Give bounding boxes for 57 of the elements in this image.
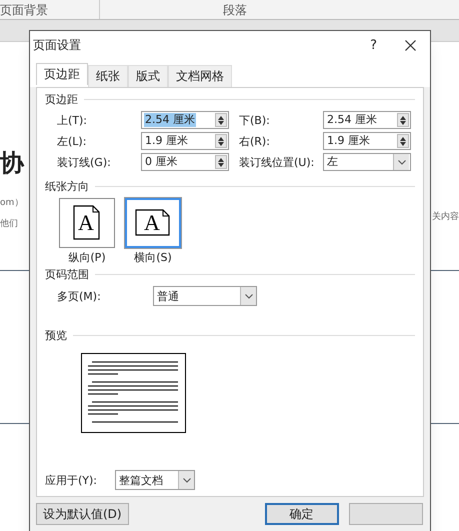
tab[interactable]: 纸张	[88, 65, 128, 87]
dropdown-value: 整篇文档	[119, 472, 163, 488]
ribbon-group-label: 段落	[222, 2, 248, 19]
section-heading: 预览	[45, 328, 67, 343]
field-value: 0 厘米	[144, 155, 178, 169]
caret-icon	[182, 478, 190, 482]
field-label: 多页(M):	[57, 288, 102, 304]
document-text: 他们	[0, 218, 19, 231]
orientation-label: 纵向(P)	[68, 250, 106, 265]
spinner-arrows-icon[interactable]	[215, 113, 227, 127]
field-label: 下(B):	[239, 112, 271, 128]
portrait-page-icon: A	[73, 205, 101, 241]
document-text: om）	[0, 197, 24, 210]
field-label: 左(L):	[57, 134, 88, 148]
field-label: 装订线位置(U):	[239, 154, 316, 170]
caret-icon	[244, 294, 252, 298]
orientation-option[interactable]: A	[59, 198, 115, 248]
tab[interactable]: 版式	[128, 65, 168, 87]
dropdown[interactable]: 左	[323, 153, 411, 171]
spinner-arrows-icon[interactable]	[397, 113, 409, 127]
section-heading: 纸张方向	[45, 179, 89, 194]
section-heading: 页边距	[45, 92, 78, 107]
spinner-arrows-icon[interactable]	[397, 134, 409, 148]
spinner-field[interactable]: 0 厘米	[141, 153, 229, 171]
field-value: 1.9 厘米	[326, 134, 371, 148]
field-label: 右(R):	[239, 134, 271, 148]
help-button[interactable]: ?	[370, 38, 377, 52]
ok-button[interactable]: 确定	[264, 503, 339, 525]
field-label: 应用于(Y):	[45, 472, 98, 488]
section-heading: 页码范围	[45, 267, 89, 282]
orientation-option[interactable]: A	[125, 198, 181, 248]
caret-icon	[398, 160, 406, 164]
tab[interactable]: 页边距	[36, 63, 88, 85]
spinner-field[interactable]: 2.54 厘米	[323, 111, 411, 129]
orientation-label: 横向(S)	[134, 250, 172, 265]
ribbon-group-label: 页面背景	[0, 0, 100, 19]
field-value: 2.54 厘米	[144, 113, 196, 127]
landscape-page-icon: A	[135, 209, 171, 237]
spinner-field[interactable]: 1.9 厘米	[323, 132, 411, 150]
spinner-field[interactable]: 1.9 厘米	[141, 132, 229, 150]
close-icon[interactable]	[405, 40, 416, 50]
field-label: 装订线(G):	[57, 154, 112, 170]
field-value: 2.54 厘米	[326, 113, 378, 127]
spinner-arrows-icon[interactable]	[215, 155, 227, 169]
spinner-field[interactable]: 2.54 厘米	[141, 111, 229, 129]
dropdown-value: 普通	[157, 288, 179, 304]
spinner-arrows-icon[interactable]	[215, 134, 227, 148]
set-default-button[interactable]: 设为默认值(D)	[36, 503, 129, 525]
document-text: 关内容	[432, 210, 459, 224]
field-value: 1.9 厘米	[144, 134, 189, 148]
field-label: 上(T):	[57, 112, 88, 128]
dropdown[interactable]: 普通	[153, 286, 257, 306]
field-value: 左	[326, 155, 339, 169]
document-heading: 协	[0, 148, 24, 178]
tab[interactable]: 文档网格	[168, 65, 232, 87]
dropdown[interactable]: 整篇文档	[115, 470, 195, 490]
dialog-title: 页面设置	[33, 38, 81, 52]
